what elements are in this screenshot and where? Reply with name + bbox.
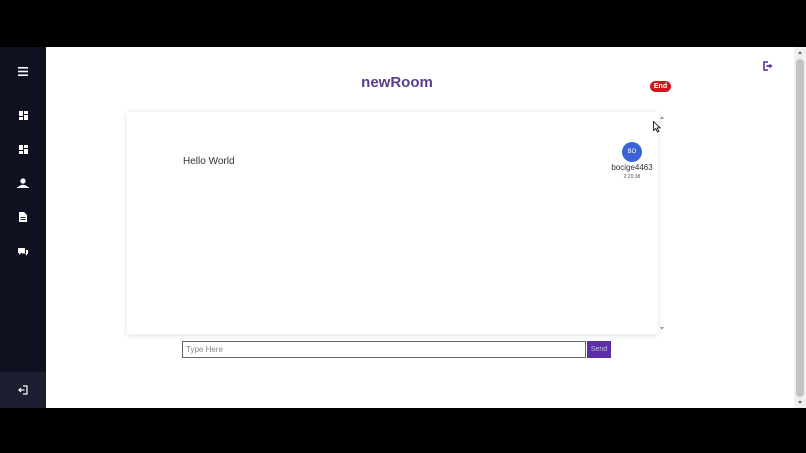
sidebar-footer bbox=[0, 372, 46, 408]
main-content: newRoom End Hello World BO bocige4463 2:… bbox=[46, 47, 794, 408]
chat-messages-panel[interactable]: Hello World BO bocige4463 2:20:38 bbox=[127, 112, 658, 334]
message-username: bocige4463 bbox=[611, 163, 653, 172]
dashboard-icon[interactable] bbox=[15, 141, 31, 157]
logout-icon[interactable] bbox=[15, 382, 31, 398]
scrollbar-thumb[interactable] bbox=[796, 59, 804, 397]
dashboard-icon[interactable] bbox=[15, 107, 31, 123]
app-window: newRoom End Hello World BO bocige4463 2:… bbox=[0, 47, 806, 408]
mouse-cursor-icon bbox=[653, 120, 662, 138]
message-timestamp: 2:20:38 bbox=[623, 174, 641, 180]
document-icon[interactable] bbox=[15, 209, 31, 225]
page-title: newRoom bbox=[361, 74, 433, 91]
chat-icon[interactable] bbox=[15, 243, 31, 259]
message-text: Hello World bbox=[183, 156, 235, 167]
page-scrollbar[interactable] bbox=[794, 47, 806, 408]
send-button[interactable]: Send bbox=[587, 341, 611, 358]
chat-scrollbar[interactable] bbox=[658, 112, 666, 334]
message-input[interactable] bbox=[182, 341, 586, 358]
avatar: BO bbox=[622, 142, 642, 162]
sidebar bbox=[0, 47, 46, 408]
exit-icon[interactable] bbox=[762, 59, 774, 71]
user-icon[interactable] bbox=[15, 175, 31, 191]
menu-icon[interactable] bbox=[15, 63, 31, 79]
end-button[interactable]: End bbox=[650, 81, 671, 92]
